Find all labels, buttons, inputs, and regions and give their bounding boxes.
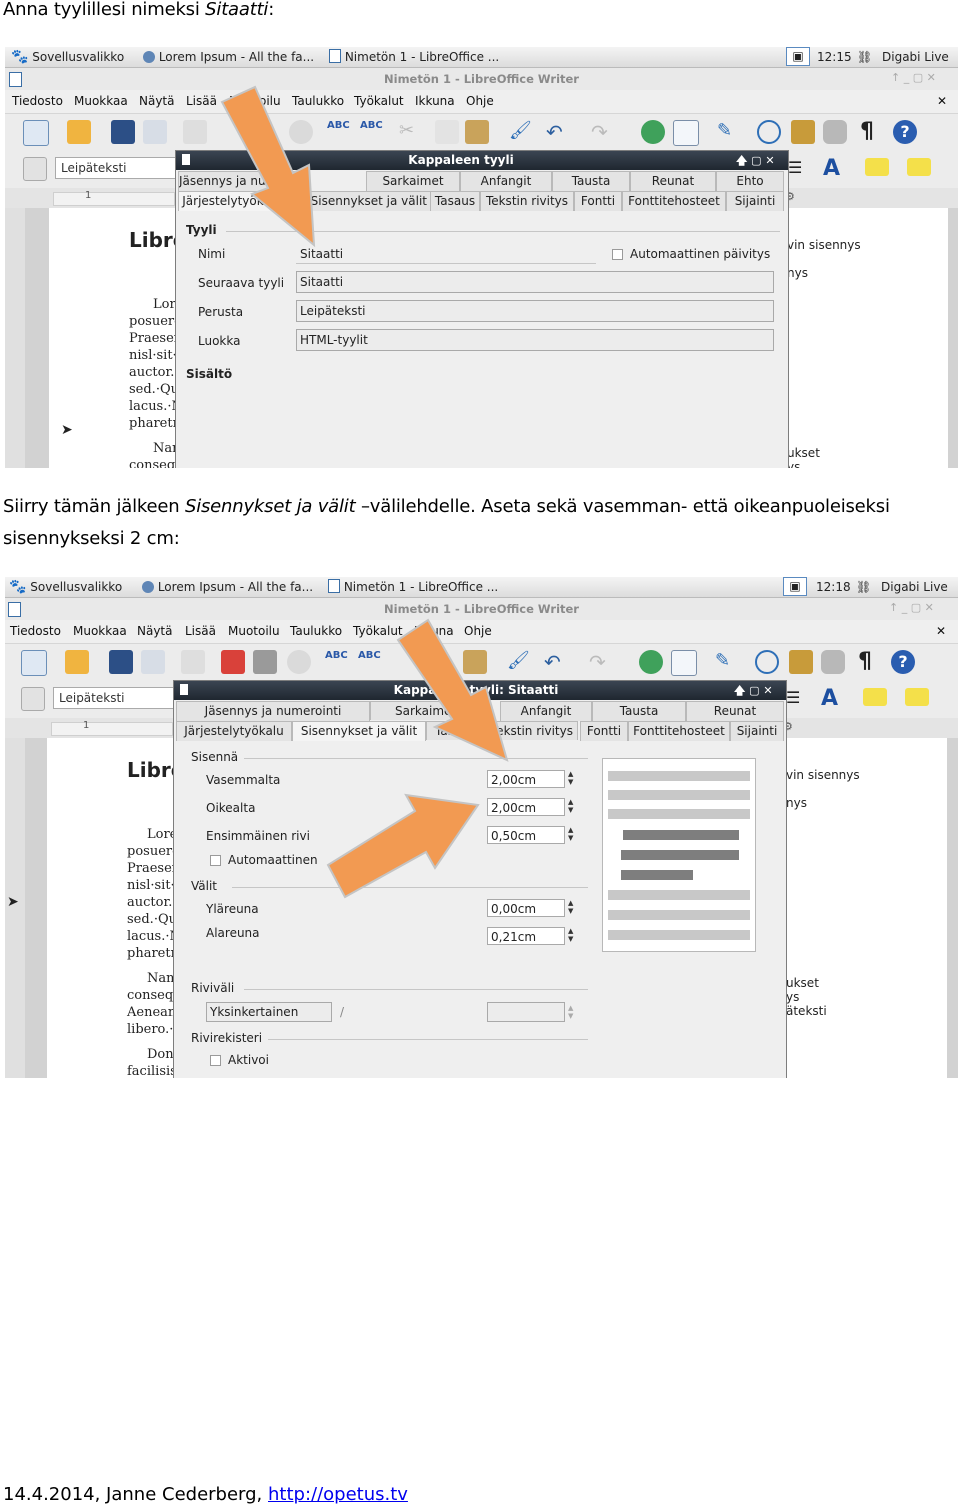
intro-emph: Sitaatti (205, 0, 269, 20)
intro-prefix: Anna tyylillesi nimeksi (3, 0, 206, 20)
middle-text: Siirry tämän jälkeen Sisennykset ja väli… (3, 496, 890, 549)
arrows-2 (326, 618, 509, 899)
intro-text: Anna tyylillesi nimeksi Sitaatti: (3, 0, 274, 26)
screenshot-2: 🐾 Sovellusvalikko Lorem Ipsum - All the … (5, 577, 958, 1078)
arrow-2-shape (396, 618, 509, 762)
arrow-1-shape (220, 85, 316, 248)
footer-text: 14.4.2014, Janne Cederberg, (3, 1484, 268, 1505)
footer-link[interactable]: http://opetus.tv (268, 1484, 408, 1505)
arrow-3-shape (326, 793, 480, 899)
arrow-1 (220, 85, 316, 248)
footer: 14.4.2014, Janne Cederberg, http://opetu… (3, 1481, 408, 1509)
screenshot-1: 🐾 Sovellusvalikko Lorem Ipsum - All the … (5, 47, 958, 468)
intro-suffix: : (268, 0, 275, 20)
